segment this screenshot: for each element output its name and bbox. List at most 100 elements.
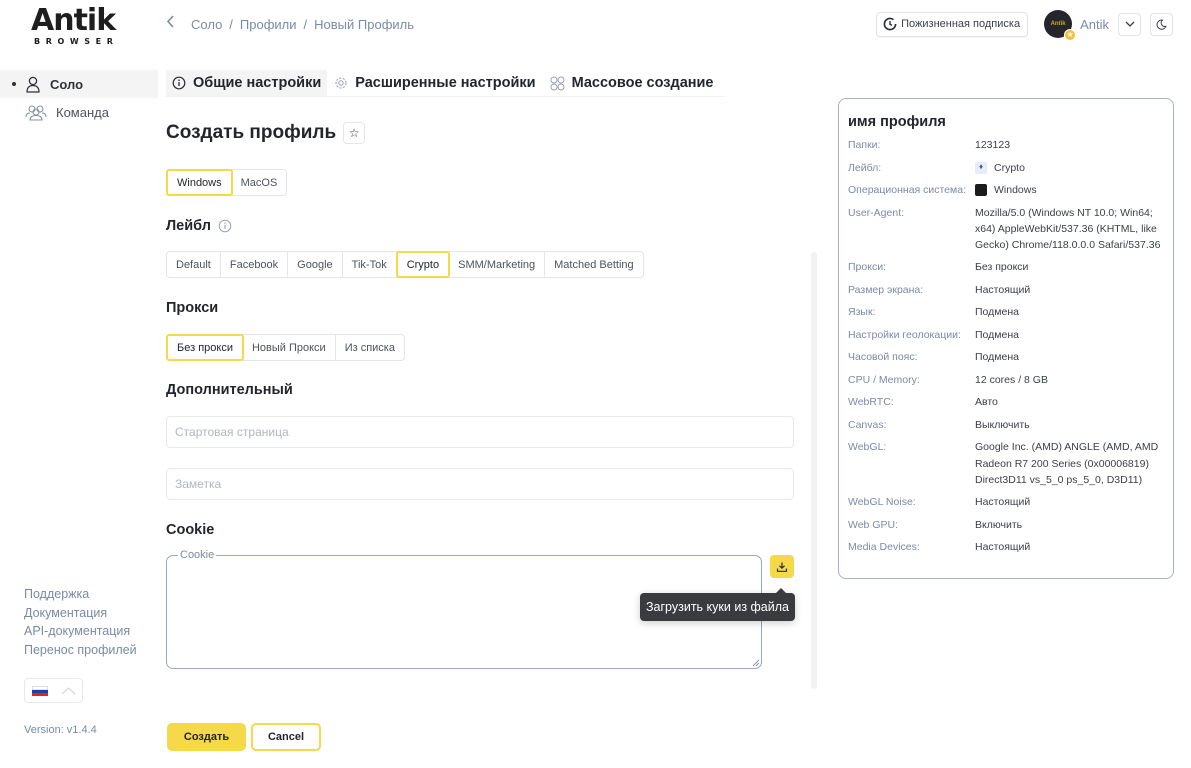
start-page-input[interactable] — [166, 416, 794, 448]
label-option-smm[interactable]: SMM/Marketing — [449, 252, 546, 277]
label-option-matched-betting[interactable]: Matched Betting — [545, 252, 643, 277]
app-version: Version: v1.4.4 — [24, 724, 97, 736]
star-outline-icon: ☆ — [348, 126, 360, 140]
proxy-selector: Без прокси Новый Прокси Из списка — [166, 334, 405, 361]
label-option-tiktok[interactable]: Tik-Tok — [343, 252, 397, 277]
tab-advanced-settings[interactable]: Расширенные настройки — [327, 70, 541, 96]
os-option-macos[interactable]: MacOS — [232, 170, 287, 195]
star-icon: ★ — [1064, 29, 1077, 41]
summary-row-label: Лейбл: ♦ Crypto — [848, 160, 1173, 176]
summary-row-screen-size: Размер экрана: Настоящий — [848, 282, 1173, 298]
summary-key: Операционная система: — [848, 184, 967, 196]
sidebar-nav: Соло Команда — [0, 70, 158, 126]
link-api-docs[interactable]: API-документация — [24, 622, 137, 641]
summary-row-language: Язык: Подмена — [848, 304, 1173, 320]
moon-icon — [1156, 19, 1167, 30]
summary-key: Язык: — [848, 306, 876, 319]
tab-label: Общие настройки — [193, 75, 322, 91]
russia-flag-icon — [32, 685, 48, 696]
tab-general-settings[interactable]: Общие настройки — [166, 70, 328, 96]
download-tray-icon — [776, 562, 788, 572]
theme-toggle-button[interactable] — [1150, 12, 1173, 36]
windows-icon — [975, 184, 987, 196]
summary-value: Подмена — [975, 351, 1019, 364]
summary-value: Подмена — [975, 328, 1019, 341]
active-dot — [12, 82, 16, 86]
link-docs[interactable]: Документация — [24, 604, 137, 623]
page-title-text: Создать профиль — [166, 122, 337, 143]
summary-row-webgpu: Web GPU: Включить — [848, 517, 1173, 533]
label-option-google[interactable]: Google — [288, 252, 343, 277]
user-icon — [26, 76, 40, 93]
resize-grip-icon[interactable] — [752, 659, 760, 667]
user-name[interactable]: Antik — [1080, 17, 1109, 32]
profile-summary-panel: имя профиля Папки: 123123 Лейбл: ♦ Crypt… — [838, 98, 1174, 579]
breadcrumb-separator: / — [229, 16, 233, 32]
summary-value: Google Inc. (AMD) ANGLE (AMD, AMD Radeon… — [975, 441, 1159, 486]
label-option-crypto[interactable]: Crypto — [395, 251, 451, 278]
tab-bulk-create[interactable]: Массовое создание — [542, 70, 720, 96]
sidebar-item-team[interactable]: Команда — [0, 98, 158, 126]
app-logo: Antik BROWSER — [31, 6, 127, 47]
cancel-button[interactable]: Cancel — [251, 723, 321, 751]
summary-row-timezone: Часовой пояс: Подмена — [848, 349, 1173, 365]
settings-tabs: Общие настройки Расширенные настройки Ма… — [166, 70, 724, 97]
cookie-field-label: Cookie — [178, 549, 217, 561]
summary-key: Canvas: — [848, 418, 887, 431]
os-option-windows[interactable]: Windows — [166, 169, 233, 196]
summary-value: 123123 — [975, 139, 1011, 151]
label-title-text: Лейбл — [166, 218, 211, 234]
logo-sub: BROWSER — [34, 37, 119, 46]
sidebar-item-solo[interactable]: Соло — [0, 70, 158, 98]
breadcrumb: Соло / Профили / Новый Профиль — [166, 15, 414, 33]
summary-key: Размер экрана: — [848, 283, 924, 296]
favorite-button[interactable]: ☆ — [343, 122, 366, 144]
label-option-facebook[interactable]: Facebook — [221, 252, 289, 277]
info-icon[interactable] — [218, 219, 232, 233]
summary-row-cpu-memory: CPU / Memory: 12 cores / 8 GB — [848, 372, 1173, 388]
subscription-label: Пожизненная подписка — [901, 18, 1021, 30]
summary-key: Media Devices: — [848, 541, 920, 554]
user-menu-button[interactable] — [1118, 12, 1141, 36]
summary-key: Прокси: — [848, 261, 886, 274]
summary-row-webgl-noise: WebGL Noise: Настоящий — [848, 494, 1173, 510]
chevron-left-icon[interactable] — [166, 15, 175, 33]
summary-value: Без прокси — [975, 261, 1029, 274]
cookie-section-title: Cookie — [166, 522, 215, 538]
create-button[interactable]: Создать — [167, 723, 246, 751]
summary-value: Настоящий — [975, 283, 1031, 296]
summary-value: Настоящий — [975, 496, 1031, 509]
summary-row-webrtc: WebRTC: Авто — [848, 394, 1173, 410]
breadcrumb-current: Новый Профиль — [314, 16, 415, 32]
proxy-option-new[interactable]: Новый Прокси — [243, 335, 336, 360]
link-support[interactable]: Поддержка — [24, 585, 137, 604]
header-actions: Пожизненная подписка Antik ★ Antik — [876, 10, 1173, 41]
subscription-badge[interactable]: Пожизненная подписка — [876, 11, 1029, 37]
summary-value: Windows — [975, 182, 1165, 198]
tab-label: Расширенные настройки — [355, 75, 536, 91]
language-selector[interactable] — [24, 678, 83, 703]
breadcrumb-solo[interactable]: Соло — [191, 17, 222, 32]
note-input[interactable] — [166, 468, 794, 500]
label-option-default[interactable]: Default — [167, 252, 221, 277]
breadcrumb-profiles[interactable]: Профили — [240, 17, 297, 32]
proxy-option-list[interactable]: Из списка — [336, 335, 404, 360]
proxy-option-none[interactable]: Без прокси — [166, 334, 244, 361]
avatar[interactable]: Antik ★ — [1044, 10, 1077, 41]
summary-key: CPU / Memory: — [848, 373, 920, 386]
page-title: Создать профиль ☆ — [166, 122, 366, 144]
summary-row-canvas: Canvas: Выключить — [848, 417, 1173, 433]
summary-value: Настоящий — [975, 541, 1031, 554]
summary-value: ♦ Crypto — [975, 160, 1165, 176]
info-icon — [172, 76, 186, 90]
form-scrollbar[interactable] — [811, 252, 817, 689]
chevron-up-icon — [61, 686, 76, 694]
upload-cookie-button[interactable] — [770, 555, 794, 578]
summary-value: Авто — [975, 396, 998, 409]
summary-key: Папки: — [848, 139, 881, 151]
tab-label: Массовое создание — [571, 75, 714, 91]
summary-value: Выключить — [975, 418, 1030, 431]
upload-cookie-tooltip: Загрузить куки из файла — [640, 588, 795, 621]
link-profile-transfer[interactable]: Перенос профилей — [24, 641, 137, 660]
summary-key: WebGL Noise: — [848, 496, 916, 509]
